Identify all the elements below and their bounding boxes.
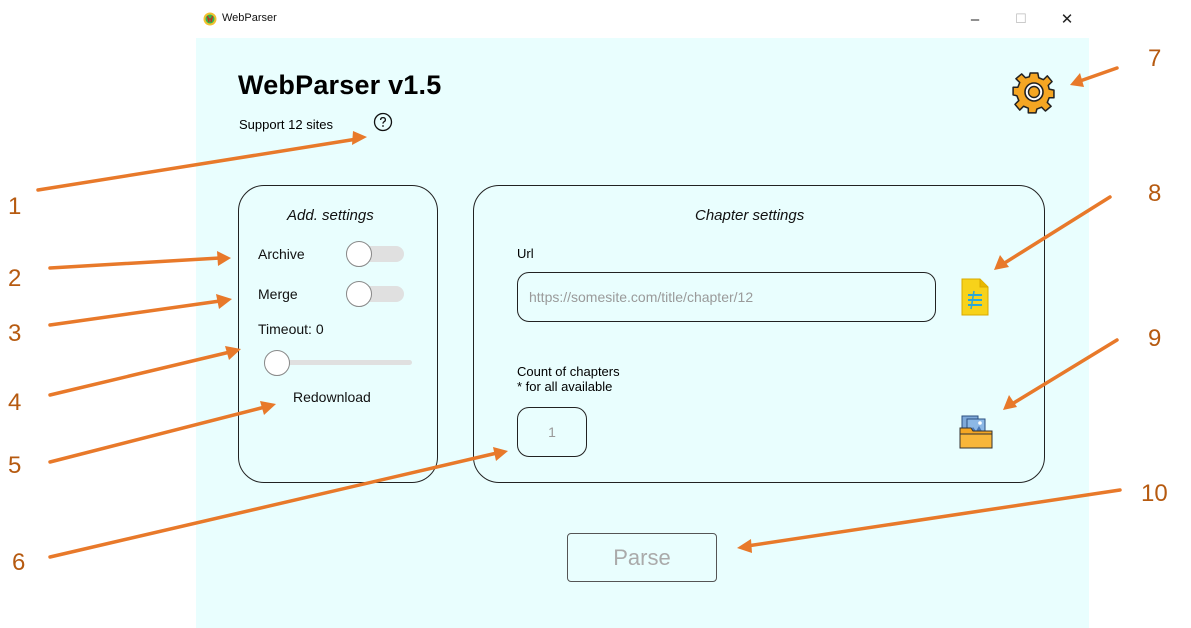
annotation-number-9: 9 bbox=[1148, 325, 1162, 352]
window-titlebar bbox=[196, 0, 1089, 38]
document-file-icon[interactable] bbox=[960, 278, 990, 316]
app-logo-icon bbox=[203, 12, 217, 26]
minimize-button[interactable]: – bbox=[963, 8, 987, 30]
chapter-count-input[interactable]: 1 bbox=[517, 407, 587, 457]
url-input[interactable]: https://somesite.com/title/chapter/12 bbox=[517, 272, 936, 322]
gear-icon[interactable] bbox=[1012, 70, 1056, 114]
maximize-button[interactable]: ☐ bbox=[1009, 8, 1033, 30]
annotation-arrow-2 bbox=[48, 256, 222, 270]
merge-label: Merge bbox=[258, 286, 298, 302]
timeout-slider-handle[interactable] bbox=[264, 350, 290, 376]
redownload-button[interactable]: Redownload bbox=[293, 389, 371, 405]
close-button[interactable]: ✕ bbox=[1055, 8, 1079, 30]
annotation-number-3: 3 bbox=[8, 320, 22, 347]
window-title: WebParser bbox=[222, 12, 277, 24]
additional-settings-title: Add. settings bbox=[287, 207, 374, 224]
timeout-label: Timeout: 0 bbox=[258, 321, 324, 337]
question-circle-icon[interactable] bbox=[373, 112, 393, 132]
url-label: Url bbox=[517, 246, 534, 261]
chapter-count-placeholder: 1 bbox=[548, 424, 556, 440]
annotation-number-5: 5 bbox=[8, 452, 22, 479]
chapter-count-label: Count of chapters * for all available bbox=[517, 364, 620, 394]
chapter-settings-title: Chapter settings bbox=[695, 207, 805, 224]
archive-toggle-knob[interactable] bbox=[346, 241, 372, 267]
chapter-count-label-line2: * for all available bbox=[517, 379, 613, 394]
support-sites-text: Support 12 sites bbox=[239, 117, 333, 132]
archive-label: Archive bbox=[258, 246, 305, 262]
annotation-number-1: 1 bbox=[8, 193, 22, 220]
image-folder-icon[interactable] bbox=[958, 414, 994, 450]
app-heading: WebParser v1.5 bbox=[238, 70, 442, 100]
annotation-number-2: 2 bbox=[8, 265, 22, 292]
annotation-number-4: 4 bbox=[8, 389, 22, 416]
merge-toggle-knob[interactable] bbox=[346, 281, 372, 307]
parse-button[interactable]: Parse bbox=[567, 533, 717, 582]
annotation-number-6: 6 bbox=[12, 549, 26, 576]
annotation-number-8: 8 bbox=[1148, 180, 1162, 207]
chapter-count-label-line1: Count of chapters bbox=[517, 364, 620, 379]
url-placeholder: https://somesite.com/title/chapter/12 bbox=[529, 289, 754, 305]
annotation-arrow-3 bbox=[48, 299, 222, 327]
annotation-number-10: 10 bbox=[1141, 480, 1168, 507]
annotation-number-7: 7 bbox=[1148, 45, 1162, 72]
